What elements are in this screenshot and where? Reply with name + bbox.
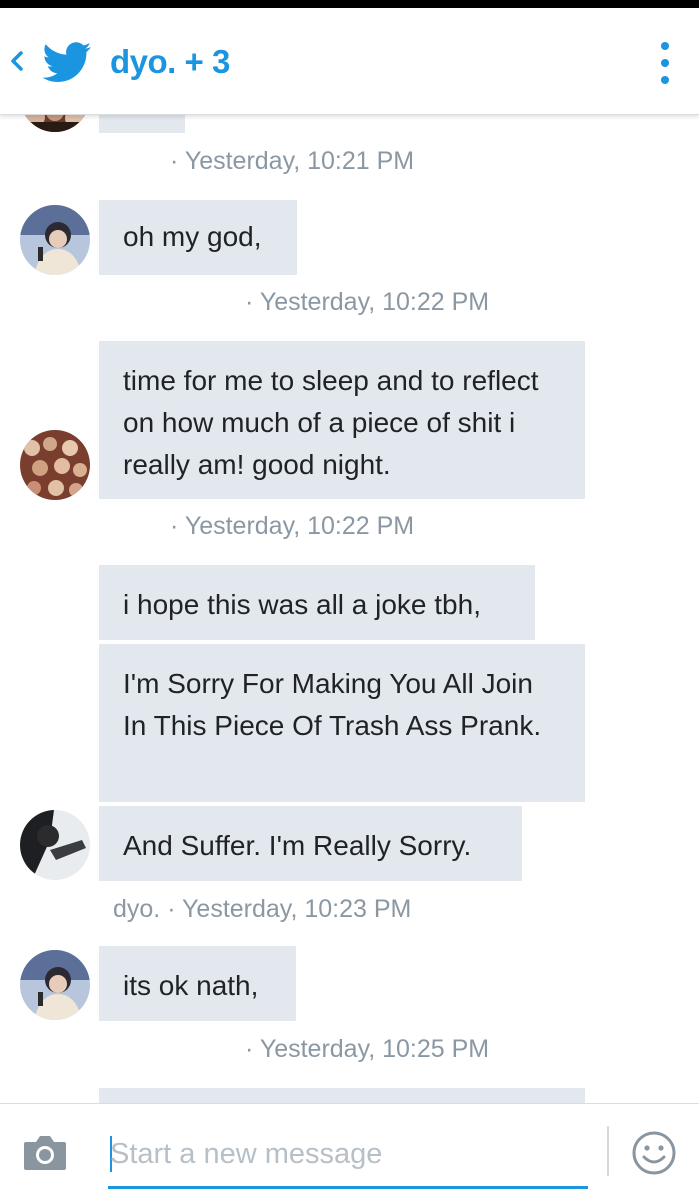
message-bubble[interactable]: time for me to sleep and to reflect on h… [99,341,585,499]
avatar[interactable] [20,205,90,275]
message-bubble[interactable]: I'm Sorry For Making You All Join In Thi… [99,644,585,802]
message-bubble[interactable] [99,1088,585,1103]
message-input-placeholder: Start a new message [110,1138,383,1170]
message-text: its ok nath, [123,970,259,1001]
avatar[interactable] [20,430,90,500]
message-text: And Suffer. I'm Really Sorry. [123,830,472,861]
message-thread[interactable]: · Yesterday, 10:21 PM oh my god, · Yeste… [0,0,699,1103]
message-timestamp: · Yesterday, 10:22 PM [170,512,415,540]
conversation-header: dyo. + 3 [0,8,699,115]
composer-divider [607,1126,609,1176]
camera-icon[interactable] [22,1132,68,1172]
avatar[interactable] [20,810,90,880]
message-timestamp: · Yesterday, 10:23 PM [167,895,412,923]
sender-name: dyo. [113,895,161,923]
twitter-bird-icon[interactable] [42,42,92,84]
message-composer: Start a new message [0,1103,699,1201]
message-timestamp: · Yesterday, 10:22 PM [245,288,490,316]
message-bubble[interactable]: i hope this was all a joke tbh, [99,565,535,640]
smiley-icon[interactable] [631,1130,677,1176]
message-bubble[interactable]: And Suffer. I'm Really Sorry. [99,806,522,881]
chevron-left-icon[interactable] [8,50,26,72]
message-timestamp: · Yesterday, 10:25 PM [245,1035,490,1063]
conversation-title[interactable]: dyo. + 3 [110,42,230,82]
message-meta: dyo. · Yesterday, 10:23 PM [113,894,411,924]
message-text: time for me to sleep and to reflect on h… [123,365,539,480]
message-text: I'm Sorry For Making You All Join In Thi… [123,668,542,741]
message-text: oh my god, [123,221,262,252]
message-text: i hope this was all a joke tbh, [123,589,481,620]
overflow-menu-icon[interactable] [652,42,678,92]
message-timestamp: · Yesterday, 10:21 PM [170,147,415,175]
avatar[interactable] [20,950,90,1020]
message-bubble[interactable]: oh my god, [99,200,297,275]
message-bubble[interactable]: its ok nath, [99,946,296,1021]
message-input[interactable]: Start a new message [108,1124,588,1189]
